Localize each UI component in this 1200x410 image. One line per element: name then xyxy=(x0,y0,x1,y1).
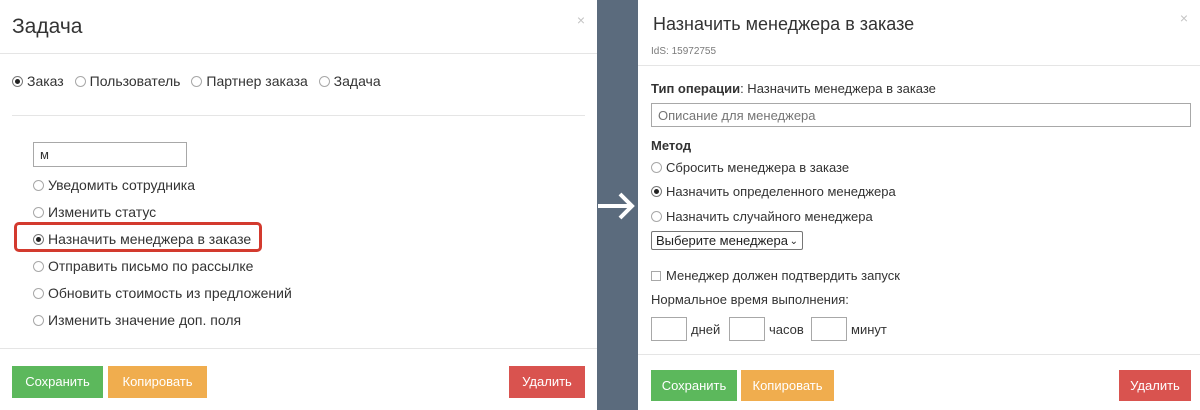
save-button[interactable]: Сохранить xyxy=(12,366,103,398)
object-type-order[interactable]: Заказ xyxy=(12,73,64,89)
radio-icon[interactable] xyxy=(191,76,203,87)
radio-icon[interactable] xyxy=(651,162,662,173)
minutes-input[interactable] xyxy=(811,317,847,341)
object-type-user[interactable]: Пользователь xyxy=(74,73,180,89)
radio-icon[interactable] xyxy=(651,186,662,197)
divider xyxy=(12,115,585,116)
action-notify-employee[interactable]: Уведомить сотрудника xyxy=(33,177,195,193)
action-update-price[interactable]: Обновить стоимость из предложений xyxy=(33,285,292,301)
action-change-status[interactable]: Изменить статус xyxy=(33,204,156,220)
save-button[interactable]: Сохранить xyxy=(651,370,737,401)
action-change-field[interactable]: Изменить значение доп. поля xyxy=(33,312,241,328)
radio-icon[interactable] xyxy=(33,261,44,272)
hours-input[interactable] xyxy=(729,317,765,341)
description-input[interactable] xyxy=(651,103,1191,127)
confirm-launch-checkbox[interactable]: Менеджер должен подтвердить запуск xyxy=(651,268,900,283)
close-icon[interactable]: × xyxy=(577,13,585,27)
object-type-order-partner[interactable]: Партнер заказа xyxy=(191,73,308,89)
assign-manager-dialog: Назначить менеджера в заказе × IdS: 1597… xyxy=(638,0,1200,410)
checkbox-icon[interactable] xyxy=(651,271,661,281)
normal-time-label: Нормальное время выполнения: xyxy=(651,292,849,307)
delete-button[interactable]: Удалить xyxy=(509,366,585,398)
method-label: Метод xyxy=(651,138,692,153)
radio-icon[interactable] xyxy=(33,315,44,326)
radio-icon[interactable] xyxy=(33,180,44,191)
radio-icon[interactable] xyxy=(74,76,86,87)
method-specific-manager[interactable]: Назначить определенного менеджера xyxy=(651,184,896,199)
dialog-title: Задача xyxy=(12,15,83,38)
action-send-newsletter[interactable]: Отправить письмо по рассылке xyxy=(33,258,253,274)
radio-icon[interactable] xyxy=(318,76,330,87)
days-label: дней xyxy=(691,322,721,337)
copy-button[interactable]: Копировать xyxy=(108,366,207,398)
divider xyxy=(0,53,597,54)
radio-icon[interactable] xyxy=(33,207,44,218)
method-reset-manager[interactable]: Сбросить менеджера в заказе xyxy=(651,160,849,175)
minutes-label: минут xyxy=(851,322,887,337)
object-type-radios: Заказ Пользователь Партнер заказа Задача xyxy=(12,73,388,89)
radio-icon[interactable] xyxy=(33,288,44,299)
chevron-down-icon: ⌄ xyxy=(789,236,798,247)
arrow-right-icon xyxy=(598,192,635,220)
footer-divider xyxy=(638,354,1200,355)
selected-action-highlight xyxy=(14,222,262,252)
days-input[interactable] xyxy=(651,317,687,341)
task-dialog: Задача × Заказ Пользователь Партнер зака… xyxy=(0,0,597,410)
delete-button[interactable]: Удалить xyxy=(1119,370,1191,401)
method-random-manager[interactable]: Назначить случайного менеджера xyxy=(651,209,873,224)
radio-icon[interactable] xyxy=(651,211,662,222)
action-search-input[interactable]: м xyxy=(33,142,187,167)
operation-type: Тип операции: Назначить менеджера в зака… xyxy=(651,81,936,96)
close-icon[interactable]: × xyxy=(1180,11,1188,25)
manager-select[interactable]: Выберите менеджера ⌄ xyxy=(651,231,803,250)
dialog-title: Назначить менеджера в заказе xyxy=(653,14,915,34)
object-type-task[interactable]: Задача xyxy=(318,73,381,89)
copy-button[interactable]: Копировать xyxy=(741,370,834,401)
divider xyxy=(638,65,1200,66)
radio-icon[interactable] xyxy=(12,76,23,87)
hours-label: часов xyxy=(769,322,804,337)
footer-divider xyxy=(0,348,597,349)
ids-label: IdS: 15972755 xyxy=(651,46,717,57)
